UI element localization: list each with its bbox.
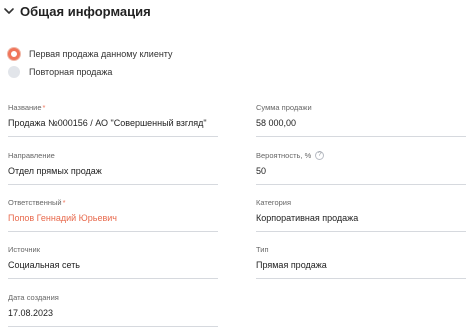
amount-field[interactable]: Сумма продажи 58 000,00 — [256, 102, 466, 137]
category-label: Категория — [256, 197, 292, 207]
radio-first-sale[interactable]: Первая продажа данному клиенту — [8, 47, 173, 61]
category-value[interactable]: Корпоративная продажа — [256, 213, 466, 225]
chevron-down-icon[interactable] — [2, 4, 16, 18]
responsible-value[interactable]: Попов Геннадий Юрьевич — [8, 213, 218, 225]
type-value[interactable]: Прямая продажа — [256, 260, 466, 272]
responsible-label: Ответственный — [8, 197, 62, 207]
required-marker: * — [62, 197, 66, 207]
source-field[interactable]: Источник Социальная сеть — [8, 244, 218, 279]
field-underline — [8, 278, 218, 279]
radio-label: Первая продажа данному клиенту — [29, 49, 173, 59]
radio-button-selected[interactable] — [8, 48, 20, 60]
radio-label: Повторная продажа — [29, 67, 113, 77]
section-header[interactable]: Общая информация — [2, 2, 151, 20]
amount-value[interactable]: 58 000,00 — [256, 118, 466, 130]
direction-label: Направление — [8, 150, 55, 160]
source-label: Источник — [8, 244, 41, 254]
radio-button[interactable] — [8, 66, 20, 78]
direction-value[interactable]: Отдел прямых продаж — [8, 166, 218, 178]
created-date-label: Дата создания — [8, 292, 59, 302]
amount-label: Сумма продажи — [256, 102, 312, 112]
help-icon[interactable]: ? — [315, 150, 325, 160]
field-underline — [8, 136, 218, 137]
name-value[interactable]: Продажа №000156 / АО "Совершенный взгляд… — [8, 118, 218, 130]
responsible-field[interactable]: Ответственный * Попов Геннадий Юрьевич — [8, 197, 218, 232]
source-value[interactable]: Социальная сеть — [8, 260, 218, 272]
type-field[interactable]: Тип Прямая продажа — [256, 244, 466, 279]
field-underline — [8, 326, 218, 327]
field-underline — [256, 184, 466, 185]
probability-label: Вероятность, % — [256, 150, 312, 160]
name-field[interactable]: Название * Продажа №000156 / АО "Совершен… — [8, 102, 218, 137]
type-label: Тип — [256, 244, 269, 254]
name-label: Название — [8, 102, 42, 112]
required-marker: * — [42, 102, 46, 112]
field-underline — [8, 184, 218, 185]
section-title: Общая информация — [20, 3, 151, 19]
direction-field[interactable]: Направление Отдел прямых продаж — [8, 150, 218, 185]
probability-field[interactable]: Вероятность, % ? 50 — [256, 150, 466, 185]
field-underline — [256, 136, 466, 137]
probability-value[interactable]: 50 — [256, 166, 466, 178]
field-underline — [256, 231, 466, 232]
radio-repeat-sale[interactable]: Повторная продажа — [8, 65, 112, 79]
field-underline — [256, 278, 466, 279]
field-underline — [8, 231, 218, 232]
created-date-field: Дата создания 17.08.2023 — [8, 292, 218, 327]
category-field[interactable]: Категория Корпоративная продажа — [256, 197, 466, 232]
created-date-value: 17.08.2023 — [8, 308, 54, 318]
